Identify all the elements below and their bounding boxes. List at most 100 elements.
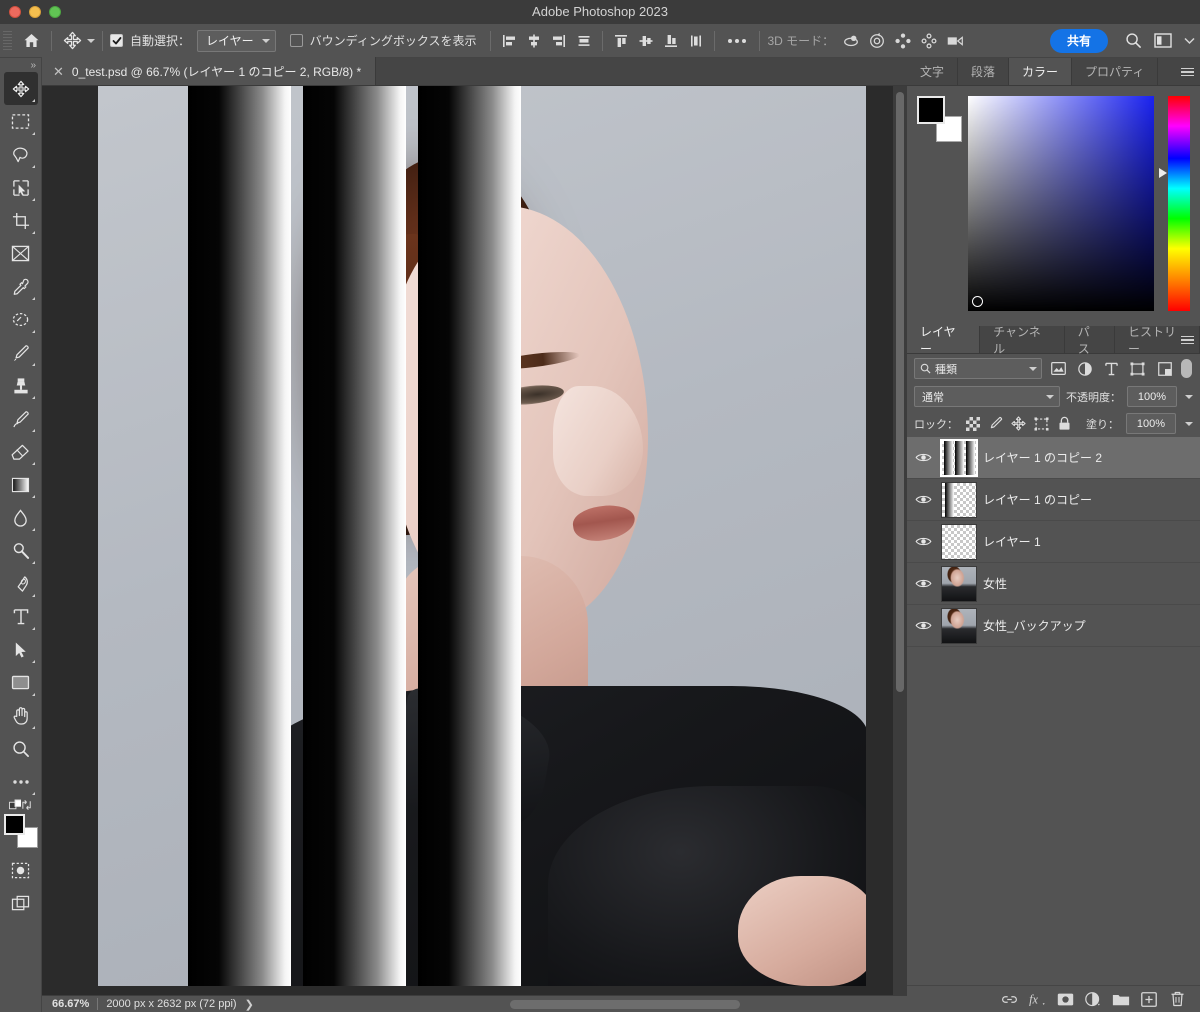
lock-position-icon[interactable] xyxy=(1011,415,1027,433)
link-layers-icon[interactable] xyxy=(998,988,1020,1010)
home-icon[interactable] xyxy=(18,28,44,54)
filter-shape-icon[interactable] xyxy=(1128,358,1149,380)
close-icon[interactable]: ✕ xyxy=(53,65,64,78)
document-tab[interactable]: ✕ 0_test.psd @ 66.7% (レイヤー 1 のコピー 2, RGB… xyxy=(42,57,377,85)
layer-thumbnail[interactable] xyxy=(941,481,977,518)
layer-thumbnail[interactable] xyxy=(940,438,978,477)
align-horizontal-centers-icon[interactable] xyxy=(523,28,545,54)
layer-visibility-toggle[interactable] xyxy=(911,572,935,596)
layer-visibility-toggle[interactable] xyxy=(911,530,935,554)
eyedropper-tool[interactable] xyxy=(4,270,38,303)
spot-healing-brush-tool[interactable] xyxy=(4,303,38,336)
canvas-area[interactable] xyxy=(42,86,907,995)
slide-3d-icon[interactable] xyxy=(916,28,942,54)
screen-mode-button[interactable] xyxy=(4,887,38,920)
scrollbar-thumb[interactable] xyxy=(510,1000,740,1009)
opacity-field[interactable]: 100% xyxy=(1127,386,1177,407)
blend-mode-dropdown[interactable]: 通常 xyxy=(914,386,1060,407)
layer-visibility-toggle[interactable] xyxy=(911,614,935,638)
layer-name[interactable]: レイヤー 1 xyxy=(983,533,1041,550)
layer-row[interactable]: レイヤー 1 のコピー 2 xyxy=(907,437,1200,479)
layer-name[interactable]: レイヤー 1 のコピー 2 xyxy=(983,449,1102,466)
object-selection-tool[interactable] xyxy=(4,171,38,204)
brush-tool[interactable] xyxy=(4,336,38,369)
distribute-vertical-centers-icon[interactable] xyxy=(635,28,657,54)
canvas-horizontal-scrollbar[interactable] xyxy=(442,998,939,1011)
color-picker-field[interactable] xyxy=(968,96,1155,311)
lock-artboard-nesting-icon[interactable] xyxy=(1033,415,1049,433)
tab-paths[interactable]: パス xyxy=(1065,325,1115,356)
align-top-edges-icon[interactable] xyxy=(610,28,632,54)
artboard[interactable] xyxy=(98,86,866,986)
close-window-button[interactable] xyxy=(9,6,21,18)
foreground-background-swatches[interactable] xyxy=(3,814,38,848)
align-bottom-edges-icon[interactable] xyxy=(660,28,682,54)
scrollbar-thumb[interactable] xyxy=(896,92,904,692)
tools-panel-grip[interactable]: » xyxy=(0,58,41,72)
zoom-tool[interactable] xyxy=(4,732,38,765)
fill-field[interactable]: 100% xyxy=(1125,413,1176,434)
history-brush-tool[interactable] xyxy=(4,402,38,435)
search-icon[interactable] xyxy=(1118,24,1148,58)
lock-transparent-pixels-icon[interactable] xyxy=(965,415,981,433)
maximize-window-button[interactable] xyxy=(49,6,61,18)
more-options-icon[interactable] xyxy=(722,38,752,43)
auto-select-scope-dropdown[interactable]: レイヤー xyxy=(197,29,276,52)
crop-tool[interactable] xyxy=(4,204,38,237)
frame-tool[interactable] xyxy=(4,237,38,270)
blur-tool[interactable] xyxy=(4,501,38,534)
align-right-edges-icon[interactable] xyxy=(548,28,570,54)
tab-channels[interactable]: チャンネル xyxy=(980,325,1065,356)
orbit-3d-icon[interactable] xyxy=(838,28,864,54)
minimize-window-button[interactable] xyxy=(29,6,41,18)
foreground-color-swatch[interactable] xyxy=(917,96,945,124)
layer-name[interactable]: 女性 xyxy=(983,575,1007,592)
layer-name[interactable]: レイヤー 1 のコピー xyxy=(983,491,1092,508)
zoom-level-field[interactable]: 66.67% xyxy=(42,998,97,1010)
opacity-chevron-down-icon[interactable] xyxy=(1185,394,1193,399)
new-fill-adjustment-layer-icon[interactable] xyxy=(1082,988,1104,1010)
tab-character[interactable]: 文字 xyxy=(907,58,959,85)
layer-row[interactable]: 女性 xyxy=(907,563,1200,605)
clone-stamp-tool[interactable] xyxy=(4,369,38,402)
align-left-edges-icon[interactable] xyxy=(498,28,520,54)
quick-mask-button[interactable] xyxy=(4,854,38,887)
lasso-tool[interactable] xyxy=(4,138,38,171)
layer-row[interactable]: 女性_バックアップ xyxy=(907,605,1200,647)
current-tool-button[interactable] xyxy=(59,24,95,58)
chevron-down-icon[interactable] xyxy=(1178,24,1200,58)
filter-smart-object-icon[interactable] xyxy=(1154,358,1175,380)
type-tool[interactable] xyxy=(4,600,38,633)
tool-preset-chevron-icon[interactable] xyxy=(87,38,95,43)
layer-thumbnail[interactable] xyxy=(941,565,977,602)
pen-tool[interactable] xyxy=(4,567,38,600)
tab-color[interactable]: カラー xyxy=(1009,58,1073,85)
status-options-icon[interactable]: ❯ xyxy=(245,998,254,1011)
eraser-tool[interactable] xyxy=(4,435,38,468)
filter-type-icon[interactable] xyxy=(1101,358,1122,380)
pan-3d-icon[interactable] xyxy=(890,28,916,54)
tab-properties[interactable]: プロパティ xyxy=(1072,58,1159,85)
hue-slider[interactable] xyxy=(1159,96,1190,311)
lock-all-icon[interactable] xyxy=(1056,415,1072,433)
lock-image-pixels-icon[interactable] xyxy=(988,415,1004,433)
filter-adjustment-icon[interactable] xyxy=(1075,358,1096,380)
share-button[interactable]: 共有 xyxy=(1049,28,1108,53)
delete-layer-icon[interactable] xyxy=(1166,988,1188,1010)
move-tool[interactable] xyxy=(3,72,38,105)
foreground-color-swatch[interactable] xyxy=(3,814,25,835)
new-group-icon[interactable] xyxy=(1110,988,1132,1010)
layer-filter-type-dropdown[interactable]: 種類 xyxy=(914,358,1042,379)
add-layer-mask-icon[interactable] xyxy=(1054,988,1076,1010)
filter-pixel-icon[interactable] xyxy=(1048,358,1069,380)
align-vertical-centers-icon[interactable] xyxy=(573,28,595,54)
zoom-3d-camera-icon[interactable] xyxy=(942,28,968,54)
layer-name[interactable]: 女性_バックアップ xyxy=(983,617,1086,634)
new-layer-icon[interactable] xyxy=(1138,988,1160,1010)
rectangle-tool[interactable] xyxy=(4,666,38,699)
roll-3d-icon[interactable] xyxy=(864,28,890,54)
fill-chevron-down-icon[interactable] xyxy=(1184,421,1193,426)
color-picker-cursor[interactable] xyxy=(972,296,984,307)
layer-list[interactable]: レイヤー 1 のコピー 2 レイヤー 1 のコピー レイヤー 1 女性 女性_バ… xyxy=(907,437,1200,985)
panel-menu-icon[interactable] xyxy=(1181,326,1194,354)
